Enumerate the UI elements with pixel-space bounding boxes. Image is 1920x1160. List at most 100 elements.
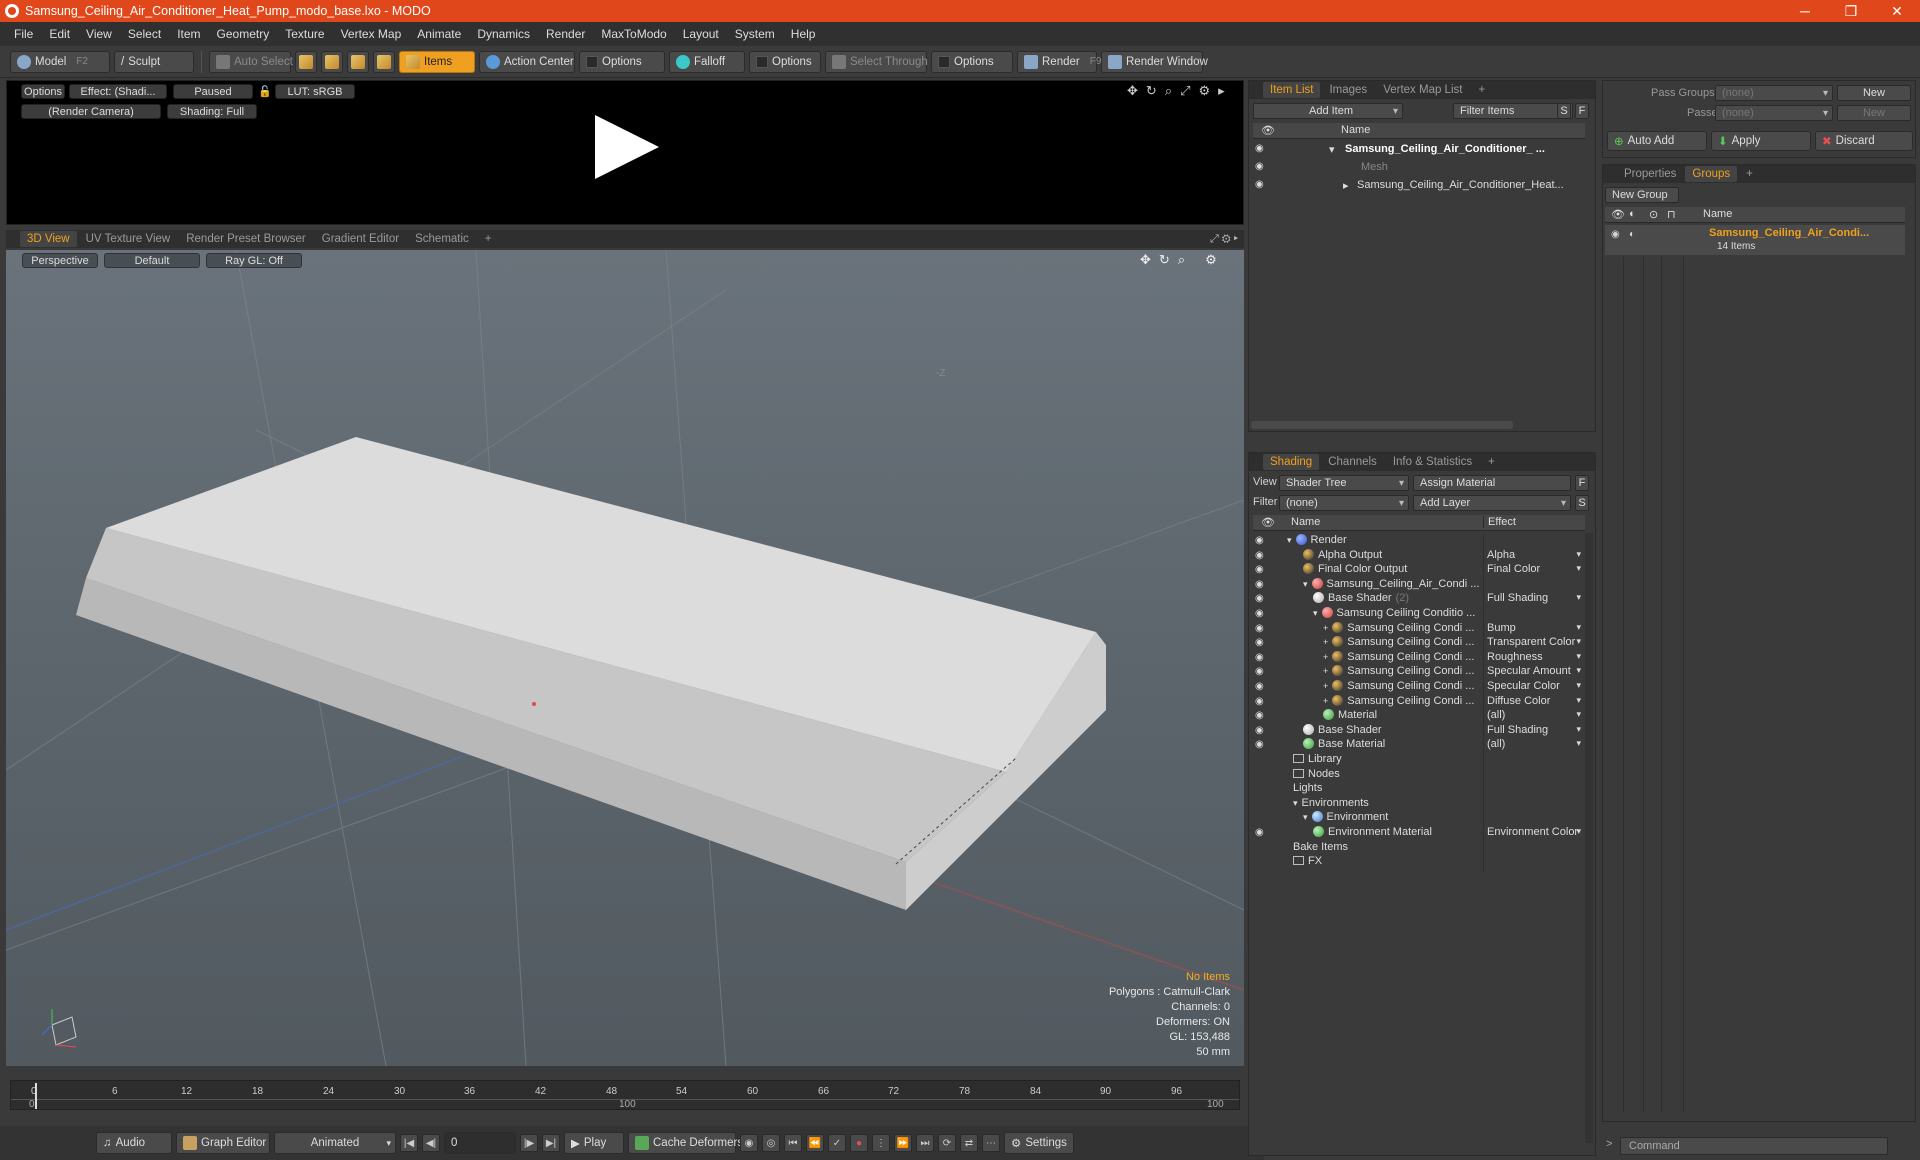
style-dropdown[interactable]: Default xyxy=(104,253,200,268)
eye-icon[interactable]: ◉ xyxy=(1255,667,1267,677)
next-key-icon[interactable]: |▶ xyxy=(520,1134,538,1152)
add-layer-s-button[interactable]: S xyxy=(1575,495,1589,511)
render-camera-dropdown[interactable]: (Render Camera) xyxy=(21,104,161,119)
tab-3d-view[interactable]: 3D View xyxy=(20,231,77,247)
select-vertices-button[interactable] xyxy=(295,50,317,73)
rotate-icon[interactable]: ↻ xyxy=(1159,252,1170,268)
eye-icon[interactable]: ◉ xyxy=(1255,725,1267,736)
tab-gradient-editor[interactable]: Gradient Editor xyxy=(315,231,406,247)
passes-dropdown[interactable]: (none) xyxy=(1715,105,1833,121)
timeline-ruler[interactable]: 0 6 12 18 24 30 36 42 48 54 60 66 72 78 … xyxy=(10,1080,1240,1110)
select-edges-button[interactable] xyxy=(321,50,343,73)
filter-dropdown[interactable]: (none) xyxy=(1279,495,1409,511)
effect-dropdown[interactable]: Specular Color ▾ xyxy=(1487,680,1581,692)
eye-icon[interactable]: ◉ xyxy=(1255,550,1267,561)
eye-icon[interactable]: ◉ xyxy=(1255,609,1267,619)
effect-dropdown[interactable]: Roughness ▾ xyxy=(1487,651,1581,663)
add-tab-button[interactable]: + xyxy=(1481,454,1502,470)
effect-dropdown[interactable]: (all) ▾ xyxy=(1487,738,1581,750)
gear-icon[interactable]: ⚙ xyxy=(1205,252,1217,268)
new-pass-group-button[interactable]: New xyxy=(1837,85,1911,101)
expand-plus-icon[interactable]: + xyxy=(1323,681,1328,691)
menu-file[interactable]: File xyxy=(6,27,41,41)
apply-button[interactable]: ⬇ Apply xyxy=(1711,131,1811,151)
render-window-button[interactable]: Render Window xyxy=(1101,50,1208,73)
menu-item[interactable]: Item xyxy=(169,27,208,41)
tab-info-statistics[interactable]: Info & Statistics xyxy=(1386,454,1479,470)
sculpt-mode-button[interactable]: / Sculpt xyxy=(114,50,194,73)
menu-geometry[interactable]: Geometry xyxy=(209,27,278,41)
shading-dropdown[interactable]: Shading: Full xyxy=(167,104,257,119)
expand-plus-icon[interactable]: + xyxy=(1323,696,1328,706)
tab-images[interactable]: Images xyxy=(1322,82,1374,98)
snap-icon[interactable]: ⋯ xyxy=(982,1134,1000,1152)
effect-dropdown[interactable]: Effect: (Shadi... xyxy=(69,84,167,99)
eye-icon[interactable]: ◉ xyxy=(1255,565,1267,575)
effect-dropdown[interactable]: Full Shading ▾ xyxy=(1487,724,1581,736)
zoom-icon[interactable]: ⌕ xyxy=(1178,252,1185,268)
eye-icon[interactable]: ◉ xyxy=(1255,536,1267,546)
expand-plus-icon[interactable]: + xyxy=(1323,652,1328,662)
eye-icon[interactable]: ◉ xyxy=(1255,579,1267,590)
record-icon[interactable]: ● xyxy=(850,1134,868,1152)
effect-dropdown[interactable]: (all) ▾ xyxy=(1487,709,1581,721)
shader-tree-row[interactable]: FX xyxy=(1249,854,1583,873)
expand-icon[interactable]: ▾ xyxy=(1293,798,1298,808)
menu-layout[interactable]: Layout xyxy=(675,27,727,41)
eye-icon[interactable]: ◉ xyxy=(1255,828,1267,838)
expand-icon[interactable]: ▸ xyxy=(1343,179,1349,192)
keys-icon[interactable]: ⋮ xyxy=(872,1134,890,1152)
eye-icon[interactable]: ◉ xyxy=(1255,682,1267,692)
tab-channels[interactable]: Channels xyxy=(1321,454,1384,470)
lut-dropdown[interactable]: LUT: sRGB xyxy=(275,84,355,99)
key-icon[interactable]: ◉ xyxy=(740,1134,758,1152)
3d-viewport[interactable]: -Z Perspective Default Ray GL: Off ✥ ↻ ⌕… xyxy=(6,250,1244,1066)
raygl-dropdown[interactable]: Ray GL: Off xyxy=(206,253,302,268)
group-row[interactable]: ◉ ◐ Samsung_Ceiling_Air_Condi... 14 Item… xyxy=(1605,225,1905,255)
expand-plus-icon[interactable]: + xyxy=(1323,666,1328,676)
tab-uv-texture-view[interactable]: UV Texture View xyxy=(79,231,178,247)
action-center-button[interactable]: Action Center xyxy=(479,50,575,73)
falloff-options-button[interactable]: Options xyxy=(749,50,821,73)
settings-button[interactable]: ⚙ Settings xyxy=(1004,1132,1074,1154)
tab-shading[interactable]: Shading xyxy=(1263,454,1320,470)
frame-input[interactable]: 0 xyxy=(444,1132,516,1154)
select-options-button[interactable]: Options xyxy=(931,50,1013,73)
assign-material-button[interactable]: Assign Material xyxy=(1413,475,1571,491)
go-to-start-icon[interactable]: |◀ xyxy=(400,1134,418,1152)
cache-deformers-button[interactable]: Cache Deformers xyxy=(628,1132,743,1154)
menu-system[interactable]: System xyxy=(727,27,783,41)
expand-icon[interactable]: ▾ xyxy=(1287,535,1292,545)
add-item-dropdown[interactable]: Add Item xyxy=(1253,103,1403,119)
expand-plus-icon[interactable]: + xyxy=(1323,623,1328,633)
loop-icon[interactable]: ⟳ xyxy=(938,1134,956,1152)
eye-icon[interactable]: ◉ xyxy=(1255,594,1267,604)
auto-add-button[interactable]: ⊕ Auto Add xyxy=(1607,131,1707,151)
render-button[interactable]: Render F9 xyxy=(1017,50,1101,73)
menu-select[interactable]: Select xyxy=(120,27,169,41)
pass-groups-dropdown[interactable]: (none) xyxy=(1715,85,1833,101)
maximize-icon[interactable]: ⤢ xyxy=(1180,83,1190,99)
gear-icon[interactable]: ⚙ xyxy=(1199,83,1211,99)
rotate-icon[interactable]: ↻ xyxy=(1146,83,1157,99)
action-center-options-button[interactable]: Options xyxy=(579,50,665,73)
step-forward-icon[interactable]: ⏩ xyxy=(894,1134,912,1152)
eye-icon[interactable]: ◉ xyxy=(1255,162,1267,172)
filter-f-button[interactable]: F xyxy=(1575,103,1589,119)
expand-plus-icon[interactable]: + xyxy=(1323,637,1328,647)
filter-s-button[interactable]: S xyxy=(1557,103,1571,119)
list-item[interactable]: ◉ ▾ Samsung_Ceiling_Air_Conditioner_ ... xyxy=(1249,141,1589,159)
eye-icon[interactable]: ◉ xyxy=(1611,229,1620,240)
prev-key-icon[interactable]: ◀| xyxy=(422,1134,440,1152)
expand-icon[interactable]: ▾ xyxy=(1303,579,1308,589)
tab-vertex-map-list[interactable]: Vertex Map List xyxy=(1376,82,1469,98)
play-icon[interactable] xyxy=(595,115,659,179)
next-frame-icon[interactable]: ⏭ xyxy=(916,1134,934,1152)
audio-button[interactable]: ♫ Audio xyxy=(96,1132,172,1154)
go-to-end-icon[interactable]: ▶| xyxy=(542,1134,560,1152)
tab-schematic[interactable]: Schematic xyxy=(408,231,476,247)
minimize-icon[interactable]: ─ xyxy=(1782,3,1828,20)
tab-render-preset-browser[interactable]: Render Preset Browser xyxy=(179,231,313,247)
horizontal-scrollbar[interactable] xyxy=(1251,421,1513,429)
add-tab-button[interactable]: + xyxy=(478,231,499,247)
